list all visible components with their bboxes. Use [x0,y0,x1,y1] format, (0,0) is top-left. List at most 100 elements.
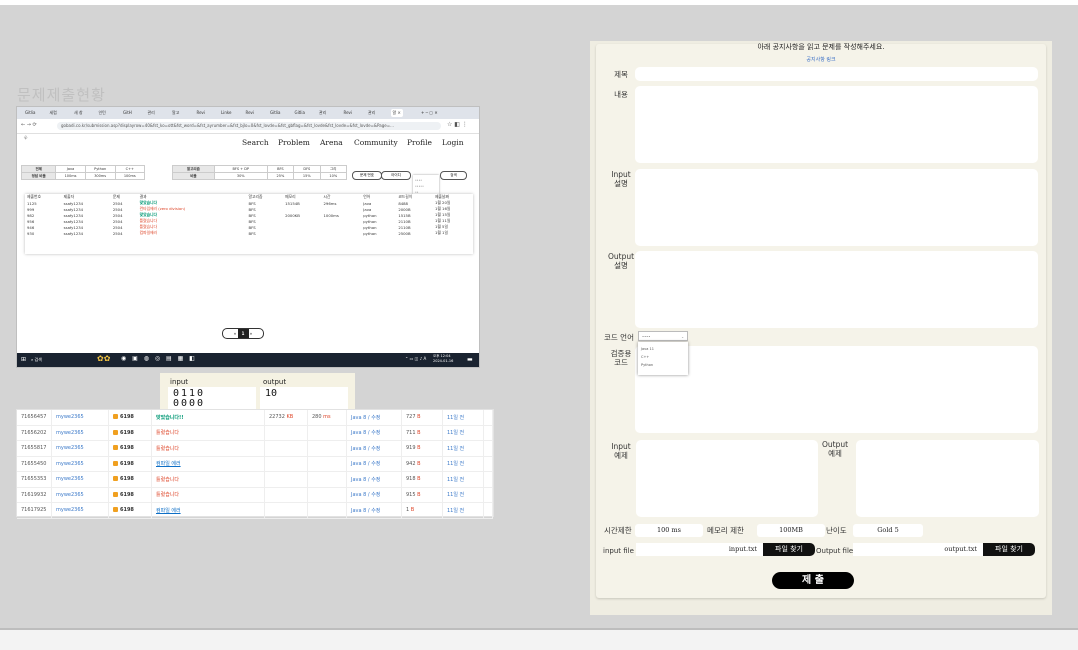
search-id-input[interactable]: 아이디 [381,171,411,180]
browser-tab[interactable]: Gitlia [268,109,282,117]
submission-language-link[interactable]: Java 8 / 수정 [346,456,402,472]
browser-tab[interactable]: 관리 [317,109,328,117]
browser-tab[interactable]: 관리 [146,109,157,117]
browser-tab[interactable]: 알고 [170,109,181,117]
submission-language-link[interactable]: Java 8 / 수정 [346,471,402,488]
taskbar-widget-icon[interactable]: ✿✿ [97,354,110,363]
submission-user-link[interactable]: mywe2365 [51,410,109,426]
submission-user-link[interactable]: mywe2365 [51,440,109,457]
submission-result[interactable]: 컴파일 에러 [151,456,265,472]
output-description-textarea[interactable] [635,251,1038,328]
filter-cell[interactable]: 15% [293,172,321,180]
browser-tab[interactable]: Linke [219,109,234,117]
submission-language-link[interactable]: Java 8 / 수정 [346,410,402,426]
code-language-select[interactable]: •••• ⌄ [638,331,688,341]
browser-tab[interactable]: Revi [342,109,355,117]
submission-time-ago[interactable]: 11일 전 [442,440,484,457]
nav-link-login[interactable]: Login [442,138,464,147]
window-controls-icon[interactable]: + ─ ▢ ✕ [419,109,440,117]
filter-cell[interactable]: BFS + DP [213,165,268,173]
input-file-button[interactable]: 파일 찾기 [763,543,815,556]
nav-link-search[interactable]: Search [242,138,269,147]
filter-cell[interactable]: 30% [213,172,268,180]
submission-problem-link[interactable]: 6198 [108,440,152,457]
submission-language-link[interactable]: Java 8 / 수정 [346,487,402,503]
filter-cell[interactable]: Java [55,165,86,173]
title-input[interactable] [635,67,1038,81]
filter-cell[interactable]: 10% [319,172,348,180]
filter-cell[interactable]: 그리 [319,165,348,173]
code-language-option[interactable]: Java 11 [641,345,685,353]
submission-time-ago[interactable]: 11일 전 [442,425,484,441]
site-logo-icon[interactable]: ⚘ [23,135,28,142]
content-textarea[interactable] [635,86,1038,163]
submission-problem-link[interactable]: 6198 [108,502,152,519]
submission-time-ago[interactable]: 11일 전 [442,456,484,472]
verify-code-textarea[interactable] [635,346,1038,433]
browser-menu-icon[interactable]: ☆ ◧ ⋮ [447,121,468,128]
nav-link-profile[interactable]: Profile [407,138,432,147]
browser-tab[interactable]: Gitlia [23,109,37,117]
filter-cell[interactable]: 100ms [55,172,86,180]
submission-time-ago[interactable]: 11일 전 [442,410,484,426]
time-limit-input[interactable]: 100 ms [635,524,703,537]
notification-icon[interactable]: ▬ [467,356,473,363]
prev-page-button[interactable]: « [234,331,236,336]
submission-user-link[interactable]: mywe2365 [51,456,109,472]
filter-cell[interactable]: DFS [293,165,321,173]
search-type-select[interactable]: 문제 번호 [352,171,382,180]
submission-language-link[interactable]: Java 8 / 수정 [346,440,402,457]
next-page-button[interactable]: » [250,331,252,336]
browser-tab[interactable]: Revi [244,109,257,117]
nav-link-problem[interactable]: Problem [278,138,310,147]
filter-cell[interactable]: 25% [266,172,295,180]
submission-problem-link[interactable]: 6198 [108,425,152,441]
submission-problem-link[interactable]: 6198 [108,410,152,426]
browser-tab[interactable]: 알 × [390,109,403,117]
submission-time-ago[interactable]: 11일 전 [442,471,484,488]
submission-user-link[interactable]: mywe2365 [51,471,109,488]
search-button[interactable]: 검색 [440,171,467,180]
windows-start-icon[interactable]: ⊞ [21,356,26,363]
filter-cell[interactable]: 300ms [84,172,116,180]
current-page[interactable]: 1 [237,329,249,338]
nav-link-arena[interactable]: Arena [320,138,343,147]
table-row[interactable]: 930 ssafy1234 2504 컴파일에러 BFS python 2500B 1월 1일 [25,230,473,236]
filter-cell[interactable]: 100ms [114,172,146,180]
filter-cell[interactable]: BFS [266,165,295,173]
browser-tab[interactable]: GitH [121,109,134,117]
code-language-option[interactable]: Python [641,361,685,369]
submission-result[interactable]: 컴파일 에러 [151,502,265,519]
taskbar-search-icon[interactable]: ⌕ 검색 [31,357,42,363]
submission-user-link[interactable]: mywe2365 [51,487,109,503]
submission-problem-link[interactable]: 6198 [108,487,152,503]
browser-tab[interactable]: 세렵 [48,109,59,117]
nav-arrows-icon[interactable]: ← → ⟳ [21,122,37,128]
filter-cell[interactable]: C++ [114,165,146,173]
submission-time-ago[interactable]: 11일 전 [442,487,484,503]
output-file-button[interactable]: 파일 찾기 [983,543,1035,556]
submit-button[interactable]: 제 출 [772,572,854,589]
output-example-textarea[interactable] [856,440,1039,517]
code-language-option[interactable]: C++ [641,353,685,361]
submission-language-link[interactable]: Java 8 / 수정 [346,502,402,519]
memory-limit-input[interactable]: 100MB [757,524,825,537]
submission-language-link[interactable]: Java 8 / 수정 [346,425,402,441]
input-description-textarea[interactable] [635,169,1038,246]
url-field[interactable]: gobadi.co.kr/submission.asp?displayrow=4… [57,122,441,130]
submission-user-link[interactable]: mywe2365 [51,502,109,519]
submission-problem-link[interactable]: 6198 [108,456,152,472]
filter-cell[interactable]: Python [84,165,116,173]
browser-tab[interactable]: 새 창 [72,109,85,117]
nav-link-community[interactable]: Community [354,138,398,147]
notice-link[interactable]: 공지사항 링크 [590,56,1052,63]
input-example-textarea[interactable] [636,440,818,517]
submission-problem-link[interactable]: 6198 [108,471,152,488]
browser-tab[interactable]: 관리 [366,109,377,117]
taskbar-apps-icon[interactable]: ◉ ▣ ◍ ◎ ▤ ▦ ◧ [121,355,197,362]
submission-time-ago[interactable]: 11일 전 [442,502,484,519]
browser-tab[interactable]: Revi [195,109,208,117]
submission-user-link[interactable]: mywe2365 [51,425,109,441]
browser-tab[interactable]: 인턴 [97,109,108,117]
system-tray-icon[interactable]: ⌃ ▭ ◫ ♪ A [405,356,426,361]
